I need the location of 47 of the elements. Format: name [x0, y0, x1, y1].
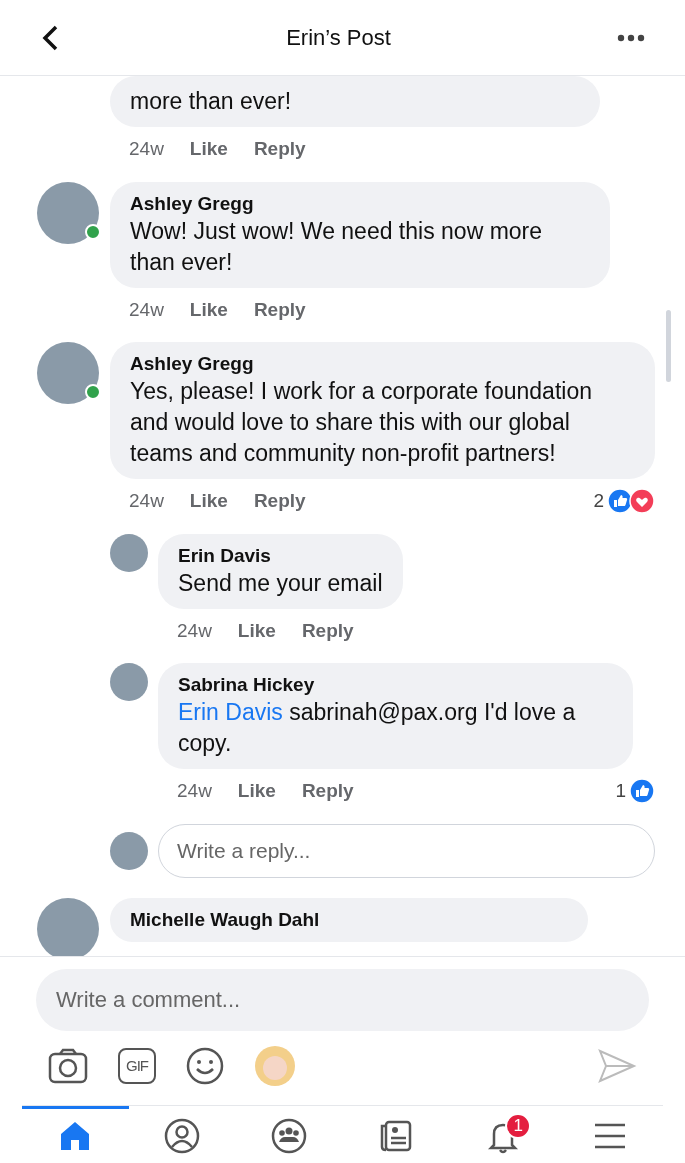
- comment-text: Yes, please! I work for a corporate foundation and would love to share this with our global teams and community non-profit partners!: [130, 377, 593, 468]
- comment-field[interactable]: Write a comment...: [36, 969, 649, 1031]
- comment-text: Wow! Just wow! We need this now more than ever!: [130, 216, 544, 277]
- reply-link[interactable]: Reply: [301, 777, 354, 806]
- smiley-icon[interactable]: [186, 1047, 224, 1085]
- avatar-photo: [110, 831, 148, 870]
- reply-link[interactable]: Reply: [301, 616, 354, 645]
- scrollbar: [666, 310, 671, 382]
- like-link[interactable]: Like: [189, 135, 228, 164]
- author-name: Ashley Gregg: [130, 191, 255, 216]
- timestamp: 24w: [177, 779, 212, 803]
- comment-text: Send me your email: [178, 568, 383, 598]
- avatar-photo: [37, 897, 99, 956]
- comment-text: more than ever!: [130, 87, 293, 116]
- mention-link[interactable]: Erin Davis: [178, 699, 283, 725]
- camera-icon[interactable]: [48, 1048, 88, 1084]
- notification-badge: 1: [505, 1113, 532, 1139]
- author-name: Michelle Waugh Dahl: [130, 907, 321, 932]
- reaction-count: 1: [615, 779, 626, 803]
- reply-link[interactable]: Reply: [253, 135, 306, 164]
- timestamp: 24w: [177, 618, 212, 643]
- reply-link[interactable]: Reply: [253, 295, 306, 324]
- more-icon[interactable]: [617, 33, 645, 42]
- avatar-photo: [110, 533, 148, 572]
- groups-icon: [271, 1118, 308, 1154]
- reaction-count: 2: [593, 489, 604, 513]
- reply-link[interactable]: Reply: [253, 487, 306, 516]
- author-name: Sabrina Hickey: [178, 673, 316, 697]
- like-link[interactable]: Like: [237, 777, 276, 806]
- thumbs-up-icon: [629, 778, 655, 805]
- gif-button[interactable]: GIF: [118, 1048, 156, 1084]
- author-name: Ashley Gregg: [130, 352, 255, 376]
- avatar-photo: [110, 663, 148, 701]
- comment-text: Erin Davis sabrinah@pax.org I'd love a copy.: [178, 698, 577, 758]
- author-name: Erin Davis: [178, 543, 272, 568]
- reply-field[interactable]: Write a reply...: [158, 823, 655, 878]
- timestamp: 24w: [129, 137, 164, 161]
- timestamp: 24w: [129, 297, 164, 322]
- nav-tab[interactable]: 1: [449, 1106, 557, 1163]
- profile-icon: [164, 1118, 201, 1154]
- like-link[interactable]: Like: [237, 616, 276, 645]
- back-icon[interactable]: [40, 23, 60, 52]
- thumbs-up-icon: [607, 488, 633, 515]
- like-link[interactable]: Like: [189, 295, 228, 324]
- timestamp: 24w: [129, 489, 164, 513]
- page-title: Erin’s Post: [285, 24, 392, 52]
- like-link[interactable]: Like: [189, 487, 228, 516]
